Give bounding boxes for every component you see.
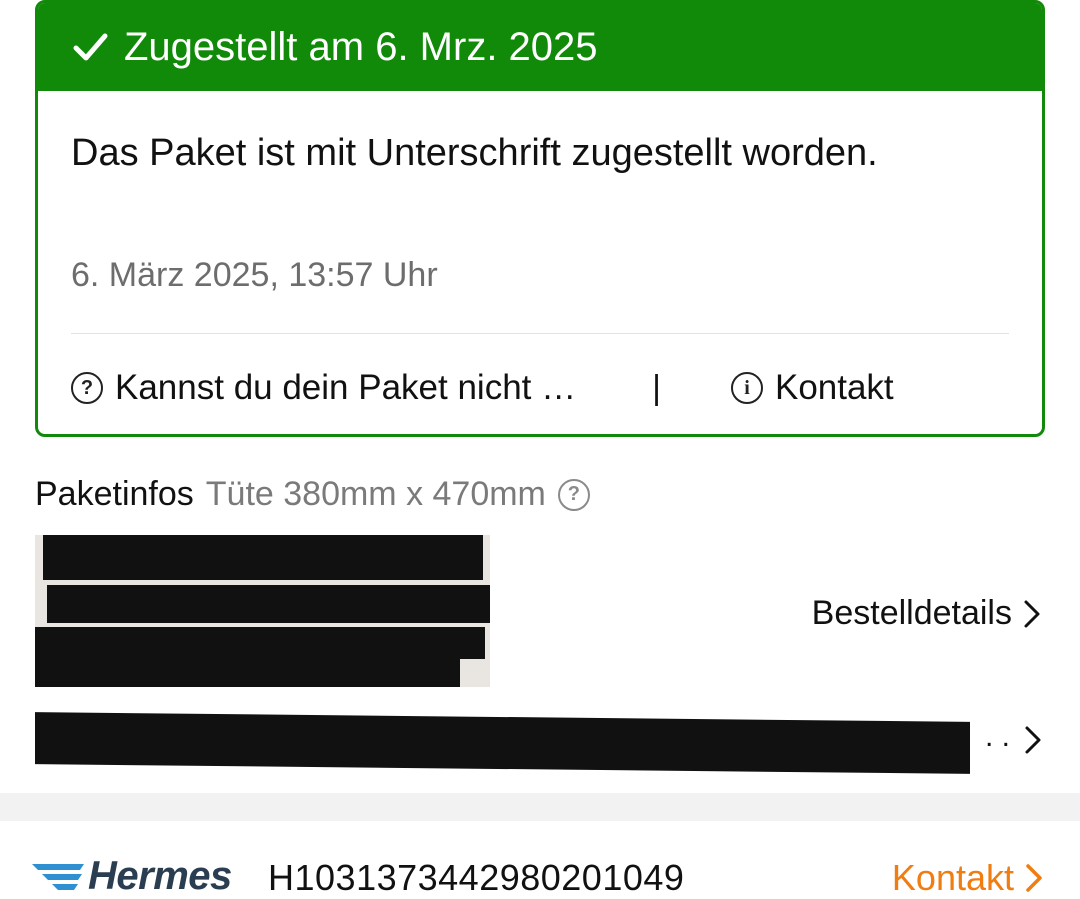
tracking-number: H1031373442980201049 [268,857,685,898]
chevron-right-icon [1025,726,1041,754]
product-image-redacted[interactable] [35,535,490,687]
order-details-link[interactable]: Bestelldetails [812,594,1044,633]
status-contact-link[interactable]: i Kontakt [730,368,894,408]
package-info-label: Paketinfos [35,475,194,513]
question-circle-icon: ? [71,372,103,404]
chevron-right-icon [1024,600,1040,627]
checkmark-icon [73,33,108,61]
address-redaction [35,712,970,774]
hermes-wordmark: Hermes [88,854,232,898]
status-message: Das Paket ist mit Unterschrift zugestell… [71,132,878,174]
cant-find-package-link[interactable]: ? Kannst du dein Paket nicht … [71,368,576,408]
hermes-logo: Hermes [32,854,232,899]
order-details-label: Bestelldetails [811,594,1012,632]
chevron-right-icon [1026,864,1042,892]
package-size-help-icon[interactable]: ? [557,478,590,511]
hermes-logo-icon [32,863,84,890]
status-header: Zugestellt am 6. Mrz. 2025 [38,3,1042,91]
package-info: Paketinfos Tüte 380mm x 470mm ? [35,475,590,514]
status-title: Zugestellt am 6. Mrz. 2025 [124,24,598,69]
package-size: Tüte 380mm x 470mm [205,475,546,513]
faq-link-label: Kannst du dein Paket nicht … [115,368,577,407]
action-separator: | [652,368,661,407]
section-separator [0,793,1080,821]
delivery-status-card: Zugestellt am 6. Mrz. 2025 Das Paket ist… [35,0,1045,437]
card-divider [71,333,1009,334]
address-ellipsis: . . [985,720,1011,753]
carrier-contact-label: Kontakt [891,857,1014,898]
carrier-row: Hermes H1031373442980201049 Kontakt [0,832,1080,899]
status-timestamp: 6. März 2025, 13:57 Uhr [71,256,438,294]
address-row-redacted[interactable]: . . [35,712,1045,774]
info-circle-icon: i [730,372,763,404]
card-actions: ? Kannst du dein Paket nicht … | i Konta… [71,358,1009,418]
carrier-contact-link[interactable]: Kontakt [892,857,1046,899]
status-contact-label: Kontakt [774,368,894,407]
